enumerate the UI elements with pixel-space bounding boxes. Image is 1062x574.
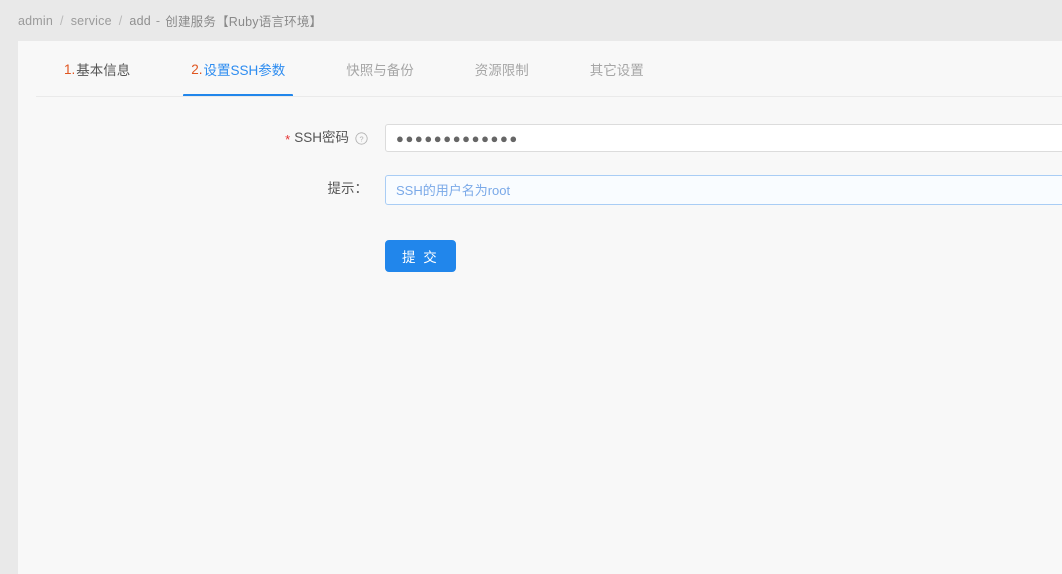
- tab-resource-limit[interactable]: 资源限制: [459, 41, 545, 97]
- ssh-settings-form: * SSH密码 ? 提示： 提 交: [18, 97, 1062, 272]
- breadcrumb: admin / service / add - 创建服务【Ruby语言环境】: [18, 11, 322, 30]
- step-tabs: 1. 基本信息 2. 设置SSH参数 快照与备份 资源限制 其它设置: [18, 41, 1062, 97]
- tab-number: 2.: [191, 61, 203, 77]
- submit-button[interactable]: 提 交: [385, 240, 456, 272]
- tab-number: 1.: [64, 61, 76, 77]
- ssh-password-control: [385, 124, 1062, 152]
- tab-other-settings[interactable]: 其它设置: [574, 41, 660, 97]
- breadcrumb-item-add: add: [129, 13, 151, 28]
- question-circle-icon[interactable]: ?: [355, 131, 368, 145]
- ssh-password-label-text: SSH密码: [294, 130, 349, 145]
- form-row-ssh-password: * SSH密码 ?: [18, 124, 1062, 152]
- breadcrumb-item-admin[interactable]: admin: [18, 14, 53, 28]
- tab-label: 资源限制: [474, 63, 529, 78]
- tab-label: 其它设置: [589, 63, 644, 78]
- content-card: 1. 基本信息 2. 设置SSH参数 快照与备份 资源限制 其它设置 * SSH密码…: [18, 41, 1062, 574]
- tab-snapshot-backup[interactable]: 快照与备份: [330, 41, 430, 97]
- breadcrumb-separator: /: [118, 13, 123, 28]
- form-actions-spacer: [18, 240, 385, 272]
- hint-label-text: 提示：: [327, 181, 369, 196]
- tab-label: 设置SSH参数: [203, 63, 286, 78]
- breadcrumb-page-title: 创建服务【Ruby语言环境】: [165, 15, 323, 29]
- tab-ssh-settings[interactable]: 2. 设置SSH参数: [175, 41, 301, 97]
- hint-input[interactable]: [385, 175, 1062, 205]
- breadcrumb-item-service[interactable]: service: [71, 14, 112, 28]
- tab-basic-info[interactable]: 1. 基本信息: [48, 41, 146, 97]
- tab-label: 快照与备份: [346, 63, 414, 78]
- breadcrumb-separator: /: [60, 13, 64, 28]
- ssh-password-label: * SSH密码 ?: [18, 124, 385, 152]
- ssh-password-input[interactable]: [385, 124, 1062, 152]
- hint-control: [385, 175, 1062, 205]
- required-asterisk-icon: *: [285, 131, 291, 147]
- hint-label: 提示：: [18, 175, 385, 203]
- svg-text:?: ?: [359, 134, 363, 143]
- breadcrumb-dash: -: [155, 13, 161, 28]
- tab-label: 基本信息: [76, 63, 131, 78]
- form-row-hint: 提示：: [18, 175, 1062, 205]
- breadcrumb-bar: admin / service / add - 创建服务【Ruby语言环境】: [0, 0, 1062, 41]
- form-actions: 提 交: [18, 240, 1062, 272]
